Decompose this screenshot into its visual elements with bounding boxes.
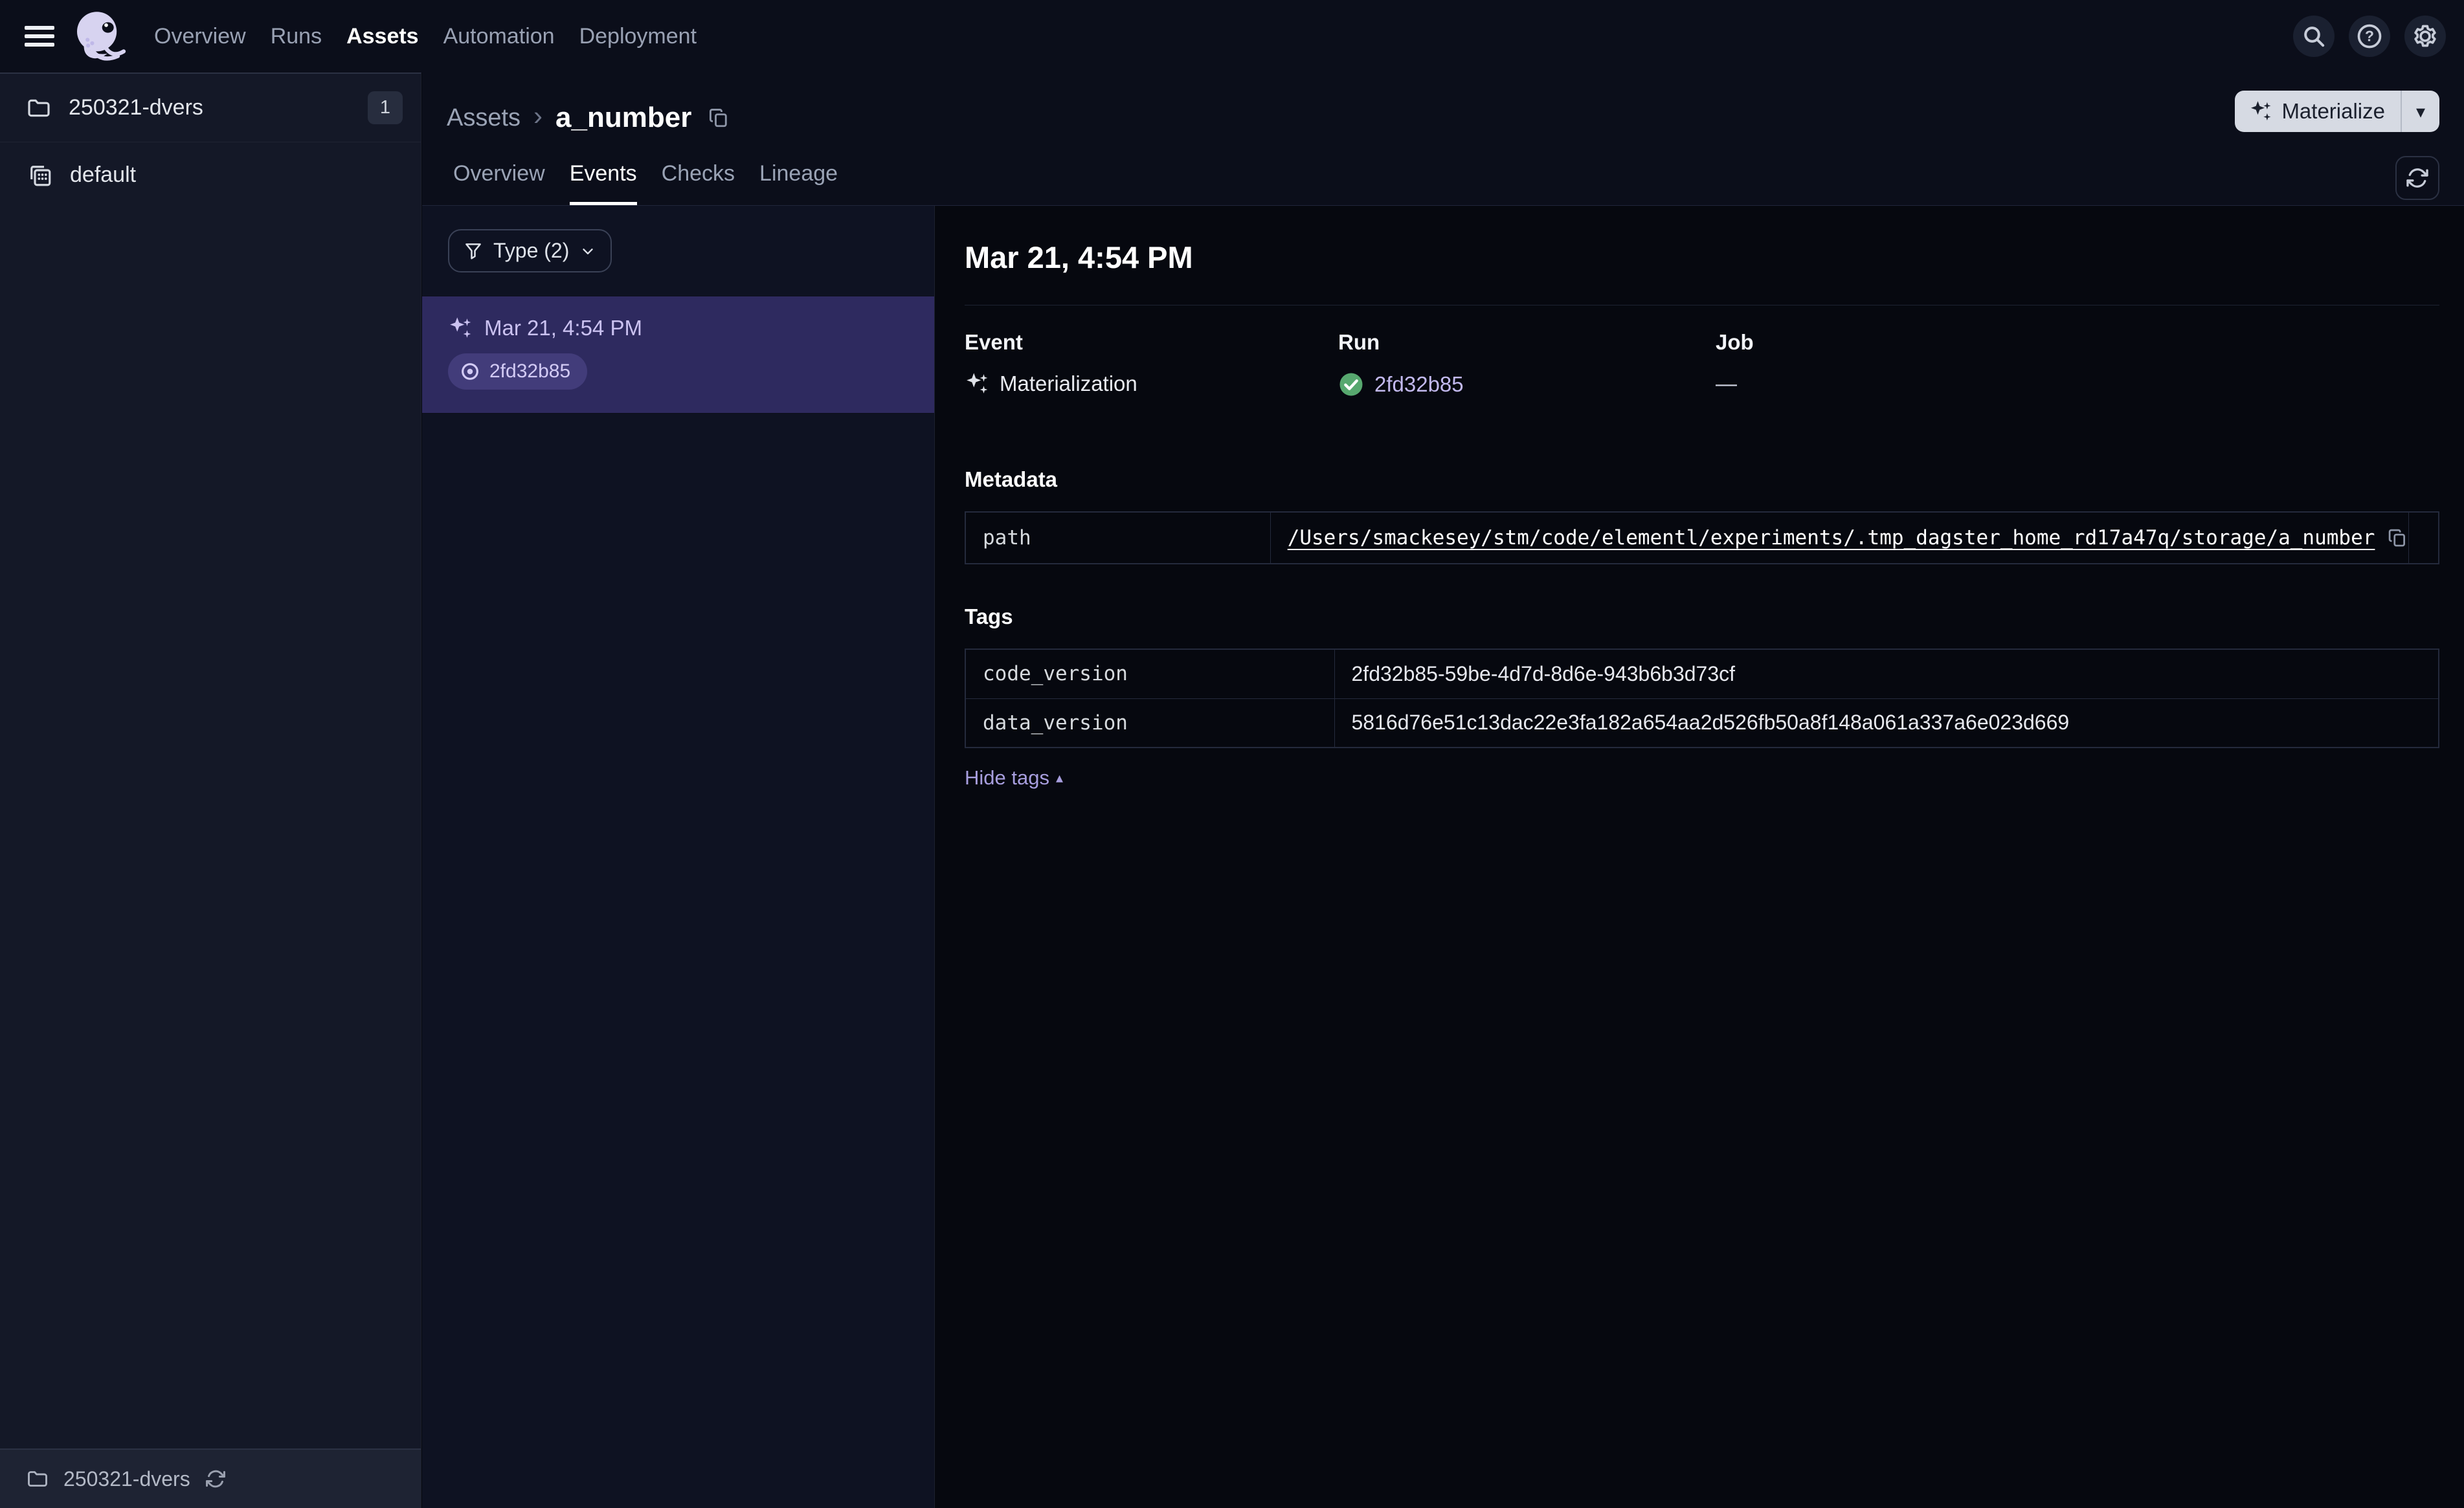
settings-button[interactable] [2404, 16, 2446, 57]
sidebar-group-label: 250321-dvers [69, 95, 203, 120]
asset-group-icon [26, 161, 53, 188]
search-icon [2301, 23, 2327, 49]
filter-funnel-icon [464, 241, 483, 261]
help-button[interactable]: ? [2349, 16, 2390, 57]
refresh-button[interactable] [2395, 156, 2439, 200]
tab-overview[interactable]: Overview [453, 161, 545, 205]
materialization-sparkle-icon [965, 371, 989, 396]
gear-icon [2411, 22, 2439, 50]
asset-tabs: Overview Events Checks Lineage [453, 161, 838, 205]
tag-value: 2fd32b85-59be-4d7d-8d6e-943b6b3d73cf [1351, 661, 1736, 685]
materialize-dropdown-button[interactable]: ▾ [2402, 91, 2439, 132]
hide-tags-toggle[interactable]: Hide tags ▴ [965, 766, 1063, 790]
asset-sidebar: 250321-dvers 1 default 250321-dvers [0, 72, 421, 1508]
help-icon: ? [2355, 22, 2384, 50]
hide-tags-label: Hide tags [965, 766, 1049, 789]
code-location-footer[interactable]: 250321-dvers [0, 1448, 421, 1508]
job-value: — [1716, 371, 1737, 395]
nav-item-runs[interactable]: Runs [271, 24, 322, 49]
path-link[interactable]: /Users/smackesey/stm/code/elementl/exper… [1288, 526, 2375, 549]
tab-checks[interactable]: Checks [662, 161, 735, 205]
folder-icon [26, 95, 52, 121]
event-info-columns: Event Materialization Run 2fd32b85 Job — [965, 330, 2439, 397]
sidebar-item-group-250321-dvers[interactable]: 250321-dvers 1 [0, 74, 421, 142]
metadata-action-cell [2408, 511, 2439, 564]
tag-key: code_version [965, 649, 1335, 699]
materialize-button-label: Materialize [2281, 99, 2385, 123]
sidebar-group-count-badge: 1 [367, 91, 403, 124]
breadcrumb-assets-link[interactable]: Assets [447, 104, 521, 132]
tags-table: code_version 2fd32b85-59be-4d7d-8d6e-943… [965, 649, 2439, 748]
hamburger-menu-icon[interactable] [25, 21, 54, 51]
page-title: a_number [555, 102, 692, 133]
chevron-down-icon [579, 243, 596, 260]
table-row: path /Users/smackesey/stm/code/elementl/… [965, 511, 2439, 564]
metadata-heading: Metadata [965, 467, 1058, 491]
tag-value: 5816d76e51c13dac22e3fa182a654aa2d526fb50… [1351, 711, 2070, 735]
table-row: data_version 5816d76e51c13dac22e3fa182a6… [965, 698, 2439, 748]
breadcrumb-chevron-icon: › [533, 100, 543, 131]
event-run-id: 2fd32b85 [489, 360, 571, 382]
top-navigation-bar: Overview Runs Assets Automation Deployme… [0, 0, 2464, 72]
event-column-label: Event [965, 330, 1023, 354]
run-status-ring-icon [460, 361, 480, 382]
run-column-label: Run [1338, 330, 1380, 354]
tag-key: data_version [965, 698, 1335, 748]
materialization-sparkle-icon [448, 316, 473, 340]
job-column-label: Job [1716, 330, 1754, 354]
events-content: Type (2) Mar 21, 4:54 PM 2fd32b85 Mar 21… [422, 206, 2464, 1508]
event-detail-panel: Mar 21, 4:54 PM Event Materialization Ru… [935, 206, 2464, 1508]
metadata-table: path /Users/smackesey/stm/code/elementl/… [965, 511, 2439, 564]
event-list-panel: Type (2) Mar 21, 4:54 PM 2fd32b85 [422, 206, 935, 1508]
asset-page-header: Assets › a_number Materialize ▾ Overview… [422, 72, 2464, 206]
search-button[interactable] [2293, 16, 2335, 57]
sidebar-item-label: default [70, 162, 137, 187]
folder-icon [26, 1467, 49, 1491]
caret-down-icon: ▾ [2415, 101, 2426, 122]
nav-item-overview[interactable]: Overview [154, 24, 246, 49]
copy-path-button[interactable] [2386, 527, 2408, 549]
main-panel: Assets › a_number Materialize ▾ Overview… [422, 72, 2464, 1508]
caret-up-icon: ▴ [1055, 770, 1064, 786]
event-timestamp: Mar 21, 4:54 PM [484, 316, 642, 340]
dagster-logo[interactable] [71, 7, 129, 65]
run-success-check-icon [1338, 371, 1364, 397]
nav-item-deployment[interactable]: Deployment [579, 24, 697, 49]
type-filter-button[interactable]: Type (2) [448, 229, 612, 272]
copy-asset-name-button[interactable] [707, 106, 730, 129]
table-row: code_version 2fd32b85-59be-4d7d-8d6e-943… [965, 649, 2439, 699]
reload-location-icon[interactable] [205, 1468, 227, 1490]
tab-lineage[interactable]: Lineage [759, 161, 838, 205]
svg-text:?: ? [2365, 28, 2374, 45]
sidebar-item-default[interactable]: default [0, 142, 421, 207]
run-id-link[interactable]: 2fd32b85 [1374, 372, 1464, 397]
primary-nav: Overview Runs Assets Automation Deployme… [154, 24, 697, 49]
materialize-button-group: Materialize ▾ [2235, 91, 2439, 132]
event-detail-title: Mar 21, 4:54 PM [965, 240, 1193, 274]
breadcrumb: Assets › a_number [447, 72, 2439, 140]
type-filter-label: Type (2) [493, 239, 570, 262]
refresh-icon [2405, 166, 2430, 190]
materialize-button[interactable]: Materialize [2235, 91, 2401, 132]
event-filter-row: Type (2) [422, 206, 934, 296]
materialize-sparkle-icon [2249, 100, 2272, 123]
event-type-value: Materialization [1000, 371, 1137, 395]
nav-item-assets[interactable]: Assets [346, 24, 419, 49]
event-run-badge: 2fd32b85 [448, 353, 588, 390]
nav-item-automation[interactable]: Automation [443, 24, 555, 49]
metadata-key: path [965, 511, 1271, 564]
event-list-item-selected[interactable]: Mar 21, 4:54 PM 2fd32b85 [422, 296, 934, 414]
code-location-label: 250321-dvers [63, 1467, 190, 1491]
tab-events[interactable]: Events [569, 161, 637, 205]
tags-heading: Tags [965, 604, 1013, 628]
